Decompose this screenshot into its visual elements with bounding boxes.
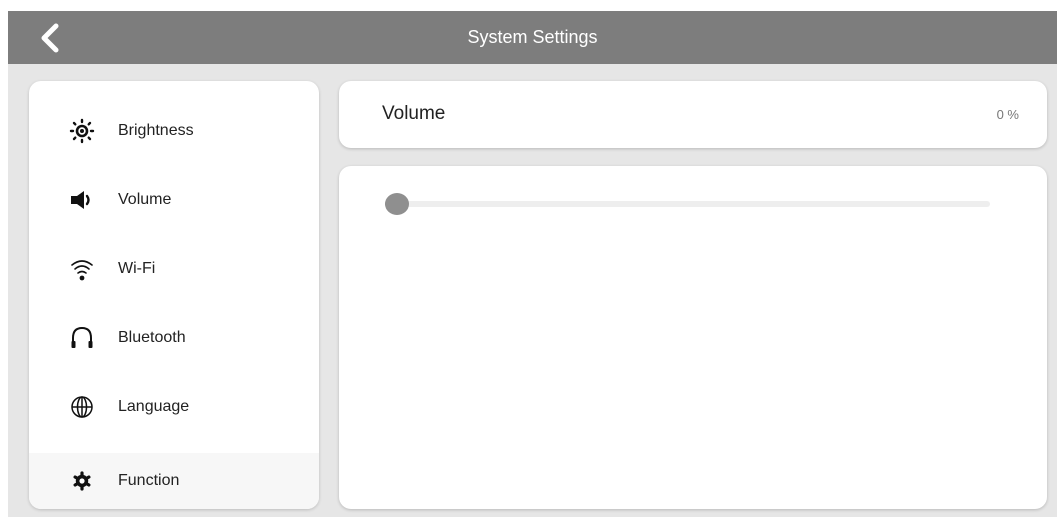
volume-slider[interactable] (385, 193, 990, 215)
page-title: System Settings (467, 27, 598, 47)
sidebar-item-function[interactable]: Function (29, 453, 319, 509)
volume-content-card (339, 166, 1047, 509)
slider-track (385, 201, 990, 207)
sidebar: Brightness Volume Wi-Fi Bluetooth Langua… (29, 81, 319, 509)
sidebar-item-language[interactable]: Language (29, 379, 319, 435)
volume-header-card: Volume 0 % (339, 81, 1047, 148)
sidebar-item-label: Language (118, 398, 190, 415)
brightness-icon (69, 118, 95, 144)
volume-value: 0 % (996, 107, 1019, 122)
sidebar-item-brightness[interactable]: Brightness (29, 103, 319, 159)
sidebar-item-label: Volume (118, 191, 172, 208)
sidebar-item-bluetooth[interactable]: Bluetooth (29, 310, 319, 366)
top-bar: System Settings (8, 11, 1057, 64)
wifi-icon (69, 256, 95, 282)
back-button[interactable] (30, 19, 70, 57)
sidebar-item-label: Wi-Fi (118, 260, 156, 277)
sidebar-item-label: Brightness (118, 122, 194, 139)
sidebar-item-label: Bluetooth (118, 329, 186, 346)
globe-icon (69, 394, 95, 420)
sidebar-item-volume[interactable]: Volume (29, 172, 319, 228)
sidebar-item-label: Function (118, 472, 180, 489)
app-frame: System Settings Brightness Volume Wi-Fi … (8, 11, 1057, 517)
slider-thumb[interactable] (385, 193, 409, 215)
volume-title: Volume (382, 103, 446, 124)
headphones-icon (69, 325, 95, 351)
speaker-icon (69, 187, 95, 213)
gear-icon (69, 468, 95, 494)
chevron-left-icon (41, 23, 59, 53)
sidebar-item-wifi[interactable]: Wi-Fi (29, 241, 319, 297)
